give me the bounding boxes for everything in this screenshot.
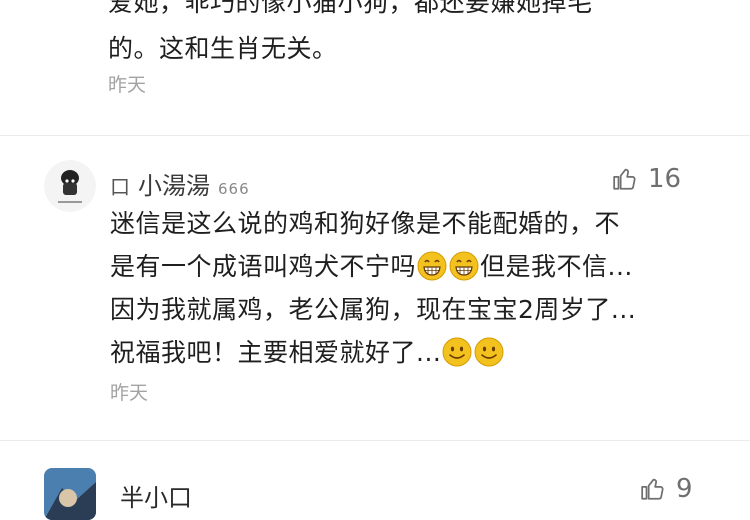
avatar-image: [44, 468, 96, 520]
comment-text-line: 祝福我吧！主要相爱就好了...: [110, 334, 505, 371]
comment-text-line: 是有一个成语叫鸡犬不宁吗 但是我不信...: [110, 248, 633, 285]
user-prefix-icon: 口: [110, 175, 130, 199]
username[interactable]: 小湯湯: [138, 166, 210, 201]
comment-text-line: 的。这和生肖无关。: [108, 34, 338, 63]
comment-text-line: 爱她，乖巧的像小猫小狗，都还要嫌她掉毛: [108, 0, 593, 17]
comment-text-segment: 祝福我吧！主要相爱就好了...: [110, 338, 442, 367]
comment-divider: [0, 440, 750, 441]
avatar[interactable]: [44, 160, 96, 212]
avatar[interactable]: [44, 468, 96, 520]
comment-text-line: 迷信是这么说的鸡和狗好像是不能配婚的，不: [110, 209, 621, 238]
comment-user[interactable]: 口 小湯湯 666: [110, 166, 250, 201]
smiling-emoji-icon: [474, 337, 504, 367]
username[interactable]: 半小口: [120, 478, 192, 513]
grinning-emoji-icon: [449, 251, 479, 281]
thumbs-up-icon: [641, 478, 664, 500]
comment-user[interactable]: 半小口: [120, 478, 192, 513]
comment-time: 昨天: [110, 382, 149, 404]
smiling-emoji-icon: [442, 337, 472, 367]
like-button[interactable]: 16: [612, 164, 681, 194]
comment-text-segment: 但是我不信...: [480, 252, 633, 281]
comment-text-segment: 是有一个成语叫鸡犬不宁吗: [110, 252, 417, 281]
user-level-badge: 666: [218, 180, 250, 198]
grinning-emoji-icon: [417, 251, 447, 281]
comment-time: 昨天: [108, 74, 147, 96]
comment-text-line: 因为我就属鸡，老公属狗，现在宝宝2周岁了...: [110, 295, 637, 324]
comment-divider: [0, 135, 750, 136]
like-count: 16: [648, 164, 682, 194]
avatar-image: [44, 160, 96, 212]
thumbs-up-icon: [613, 168, 636, 190]
